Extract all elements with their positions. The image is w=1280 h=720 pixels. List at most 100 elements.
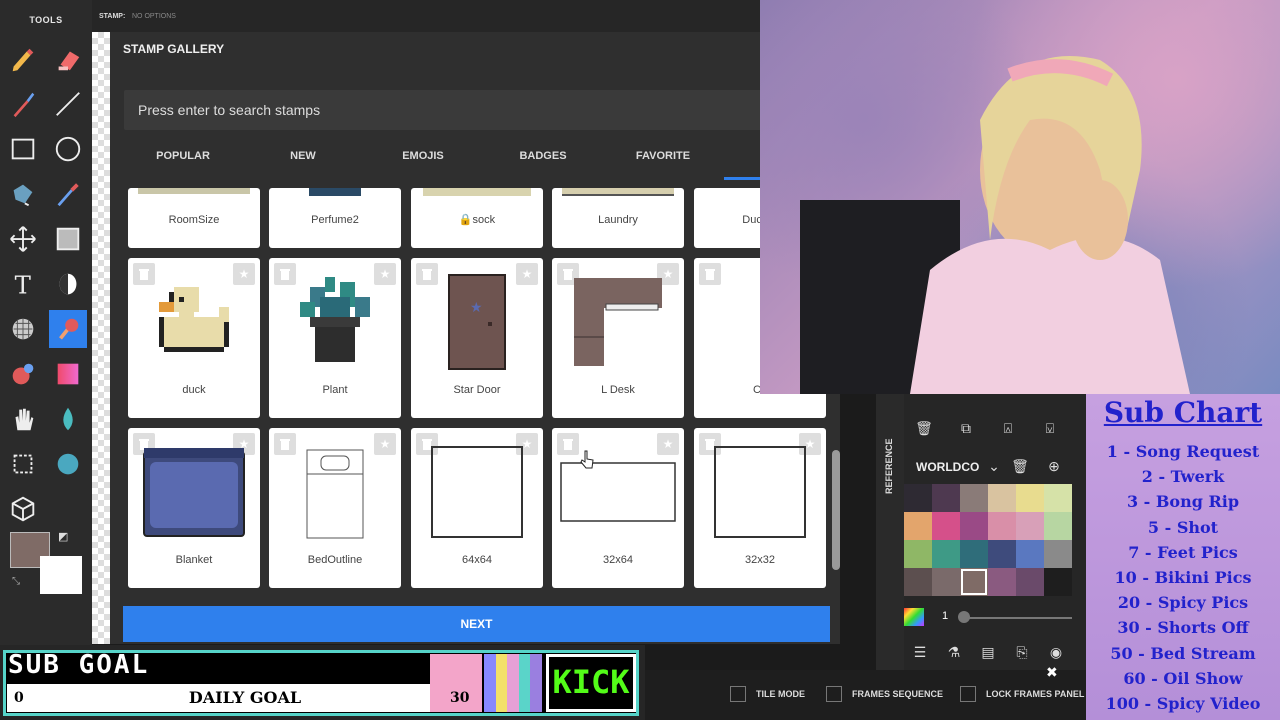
tab-new[interactable]: NEW <box>243 142 363 170</box>
pattern-icon[interactable] <box>4 310 42 348</box>
palette-swatch[interactable] <box>988 484 1016 512</box>
stamp-card[interactable]: RoomSize <box>128 188 260 248</box>
eyedropper-icon[interactable] <box>49 175 87 213</box>
stamp-card-blanket[interactable]: ★ Blanket <box>128 428 260 588</box>
drop-icon[interactable] <box>49 400 87 438</box>
stamp-name: RoomSize <box>168 214 220 226</box>
eraser-icon[interactable] <box>49 40 87 78</box>
duplicate-layer-icon[interactable]: ⧉ <box>956 418 976 438</box>
chevron-down-icon[interactable]: ⌄ <box>984 456 1004 476</box>
palette-name[interactable]: WORLDCO <box>916 460 979 474</box>
merge-up-icon[interactable]: ⍓ <box>998 418 1018 438</box>
canvas-area[interactable] <box>92 32 110 644</box>
palette-swatch[interactable] <box>988 540 1016 568</box>
gradient-icon[interactable] <box>49 355 87 393</box>
tile-mode-option[interactable]: TILE MODE <box>730 686 805 702</box>
palette-swatch[interactable] <box>932 540 960 568</box>
palette-swatch[interactable] <box>932 568 960 596</box>
sub-goal-current: 0 <box>14 690 24 706</box>
blob-icon[interactable] <box>49 445 87 483</box>
crop-icon[interactable] <box>4 445 42 483</box>
goal-stripe <box>507 654 519 712</box>
color-picker-icon[interactable] <box>904 608 924 626</box>
palette-swatch[interactable] <box>904 512 932 540</box>
tab-emojis[interactable]: EMOJIS <box>363 142 483 170</box>
palette-swatch[interactable] <box>960 568 988 596</box>
palette-swatch[interactable] <box>1016 568 1044 596</box>
delete-layer-icon[interactable]: 🗑 <box>914 418 934 438</box>
file-icon[interactable]: ▤ <box>978 642 998 662</box>
add-palette-icon[interactable]: ⊕ <box>1044 456 1064 476</box>
palette-swatch[interactable] <box>932 484 960 512</box>
rectangle-icon[interactable] <box>4 130 42 168</box>
tile-mode-checkbox[interactable] <box>730 686 746 702</box>
mixer-icon[interactable] <box>4 355 42 393</box>
bucket-icon[interactable] <box>4 175 42 213</box>
tab-favorite[interactable]: FAVORITE <box>603 142 723 170</box>
merge-down-icon[interactable]: ⍌ <box>1040 418 1060 438</box>
palette-swatch[interactable] <box>960 512 988 540</box>
slider-knob[interactable] <box>958 611 970 623</box>
reference-label: REFERENCE <box>884 438 894 494</box>
palette-swatch[interactable] <box>960 484 988 512</box>
palette-swatch[interactable] <box>1016 512 1044 540</box>
palette-swatch[interactable] <box>1044 484 1072 512</box>
text-icon[interactable]: T <box>4 265 42 303</box>
search-stamps-input[interactable]: Press enter to search stamps <box>124 90 784 130</box>
palette-swatch[interactable] <box>988 512 1016 540</box>
ellipse-icon[interactable] <box>49 130 87 168</box>
lock-frames-option[interactable]: LOCK FRAMES PANEL <box>960 686 1084 702</box>
brush-size-slider[interactable] <box>962 617 1072 619</box>
color-palette[interactable] <box>904 484 1074 596</box>
lock-frames-checkbox[interactable] <box>960 686 976 702</box>
frames-sequence-checkbox[interactable] <box>826 686 842 702</box>
stamp-icon[interactable] <box>49 310 87 348</box>
line-icon[interactable] <box>49 85 87 123</box>
palette-swatch[interactable] <box>904 540 932 568</box>
palette-swatch[interactable] <box>960 540 988 568</box>
export-icon[interactable]: ⎘ <box>1012 642 1032 662</box>
delete-palette-icon[interactable]: 🗑 <box>1010 456 1030 476</box>
hand-icon[interactable] <box>4 400 42 438</box>
record-icon[interactable]: ◉ <box>1046 642 1066 662</box>
close-icon[interactable]: ✖ <box>1046 664 1058 681</box>
layers-list-icon[interactable]: ☰ <box>910 642 930 662</box>
stamp-card-l-desk[interactable]: ★ L Desk <box>552 258 684 418</box>
gallery-scrollbar[interactable] <box>832 450 840 570</box>
stamp-card[interactable]: 🔒sock <box>411 188 543 248</box>
stamp-card-duck[interactable]: ★ duck <box>128 258 260 418</box>
reference-tab[interactable] <box>876 394 904 670</box>
pencil-icon[interactable] <box>4 40 42 78</box>
stamp-card[interactable]: Perfume2 <box>269 188 401 248</box>
palette-swatch[interactable] <box>1044 540 1072 568</box>
select-icon[interactable] <box>49 220 87 258</box>
swap-colors-icon[interactable]: ◩ <box>58 530 72 544</box>
secondary-color-swatch[interactable] <box>40 556 82 594</box>
stamp-card-64x64[interactable]: ★ 64x64 <box>411 428 543 588</box>
stamp-card-plant[interactable]: ★ Plant <box>269 258 401 418</box>
stamp-card-star-door[interactable]: ★ ★ Star Door <box>411 258 543 418</box>
next-button[interactable]: NEXT <box>123 606 830 642</box>
palette-swatch[interactable] <box>1044 568 1072 596</box>
frames-sequence-option[interactable]: FRAMES SEQUENCE <box>826 686 943 702</box>
move-icon[interactable] <box>4 220 42 258</box>
cube-icon[interactable] <box>4 490 42 528</box>
brush-icon[interactable] <box>4 85 42 123</box>
palette-swatch[interactable] <box>932 512 960 540</box>
palette-swatch[interactable] <box>988 568 1016 596</box>
tab-underline <box>724 177 764 180</box>
palette-swatch[interactable] <box>904 484 932 512</box>
stamp-card-bed-outline[interactable]: ★ BedOutline <box>269 428 401 588</box>
stamp-card-32x64[interactable]: ★ 32x64 <box>552 428 684 588</box>
contrast-icon[interactable] <box>49 265 87 303</box>
palette-swatch[interactable] <box>1016 484 1044 512</box>
stamp-card-32x32[interactable]: ★ 32x32 <box>694 428 826 588</box>
reset-colors-icon[interactable]: ⤡ <box>12 576 20 587</box>
tab-popular[interactable]: POPULAR <box>123 142 243 170</box>
flask-icon[interactable]: ⚗ <box>944 642 964 662</box>
tab-badges[interactable]: BADGES <box>483 142 603 170</box>
palette-swatch[interactable] <box>1044 512 1072 540</box>
palette-swatch[interactable] <box>1016 540 1044 568</box>
stamp-card[interactable]: Laundry <box>552 188 684 248</box>
palette-swatch[interactable] <box>904 568 932 596</box>
